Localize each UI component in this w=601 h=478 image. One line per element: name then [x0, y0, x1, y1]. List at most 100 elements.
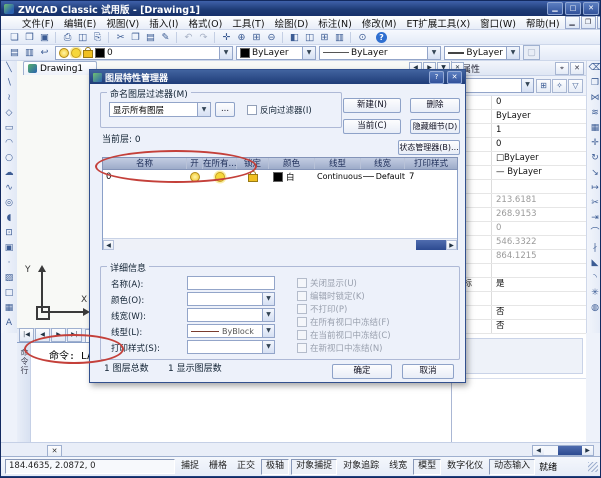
menu-format[interactable]: 格式(O) [183, 16, 227, 30]
lineweight-combo-arrow-icon[interactable]: ▼ [506, 47, 519, 59]
pan-icon[interactable]: ✛ [219, 31, 234, 44]
property-row[interactable]: 213.6181 [452, 194, 586, 208]
property-row[interactable]: 名 否 [452, 320, 586, 334]
zoom-window-icon[interactable]: ⊞ [249, 31, 264, 44]
property-row[interactable]: 268.9153 [452, 208, 586, 222]
document-tab[interactable]: Drawing1 [23, 61, 97, 75]
trim-icon[interactable]: ✂ [588, 196, 601, 211]
property-row[interactable]: 0 [452, 222, 586, 236]
detail-color-arrow-icon[interactable]: ▼ [262, 293, 274, 305]
detail-linetype-combo[interactable]: ByBlock ▼ [187, 324, 275, 338]
rotate-icon[interactable]: ↻ [588, 151, 601, 166]
help-icon[interactable]: ? [376, 32, 387, 43]
hide-details-button[interactable]: 隐藏细节(D) [410, 119, 460, 134]
line-icon[interactable]: ╲ [2, 61, 17, 76]
menu-help[interactable]: 帮助(H) [521, 16, 565, 30]
mdi-minimize-button[interactable]: ▁ [565, 16, 580, 29]
detail-lineweight-combo[interactable]: ▼ [187, 308, 275, 322]
region-icon[interactable]: □ [2, 286, 17, 301]
palette-close-button[interactable]: ✕ [570, 62, 584, 75]
select-objects-icon[interactable]: ✧ [552, 79, 567, 93]
set-current-button[interactable]: 当前(C) [343, 119, 401, 134]
cancel-button[interactable]: 取消 [402, 364, 454, 379]
menu-modify[interactable]: 修改(M) [357, 16, 402, 30]
minimize-button[interactable]: ▁ [547, 2, 563, 15]
linetype-combo-arrow-icon[interactable]: ▼ [427, 47, 440, 59]
linetype-combo[interactable]: ByLayer ▼ [319, 46, 441, 60]
table-icon[interactable]: ▦ [2, 301, 17, 316]
polyline-icon[interactable]: ≀ [2, 91, 17, 106]
layer-previous-icon[interactable]: ↩ [37, 46, 52, 59]
arc-icon[interactable]: ◠ [2, 136, 17, 151]
column-color[interactable]: 颜色 [269, 158, 315, 169]
dialog-close-button[interactable]: ✕ [447, 71, 462, 84]
print-icon[interactable]: ⎙ [60, 31, 75, 44]
property-row[interactable]: — ByLayer [452, 166, 586, 180]
layer-linetype-cell[interactable]: Continuous [315, 172, 361, 181]
model-toggle[interactable]: 模型 [413, 459, 441, 475]
property-row[interactable] [452, 264, 586, 278]
table-scrollbar-track[interactable] [114, 240, 446, 250]
scroll-left-icon[interactable]: ◀ [533, 446, 544, 455]
publish-icon[interactable]: ⎘ [90, 31, 105, 44]
column-plot-style[interactable]: 打印样式 [405, 158, 457, 169]
insert-block-icon[interactable]: ⊡ [2, 226, 17, 241]
osnap-toggle[interactable]: 对象捕捉 [291, 459, 337, 475]
extend-icon[interactable]: ⇥ [588, 211, 601, 226]
dyn-input-toggle[interactable]: 动态输入 [489, 459, 535, 475]
explode-icon[interactable]: ✳ [588, 286, 601, 301]
property-row[interactable]: ByLayer [452, 110, 586, 124]
viewport-single-icon[interactable]: ◧ [287, 31, 302, 44]
layer-lock-icon[interactable] [248, 174, 258, 182]
erase-icon[interactable]: ⌫ [588, 61, 601, 76]
point-icon[interactable]: · [2, 256, 17, 271]
zoom-previous-icon[interactable]: ⊖ [264, 31, 279, 44]
stretch-icon[interactable]: ↦ [588, 181, 601, 196]
menu-tools[interactable]: 工具(T) [227, 16, 269, 30]
checkbox-do-not-plot[interactable]: 不打印(P) [297, 302, 391, 315]
save-file-icon[interactable]: ▣ [37, 31, 52, 44]
filter-browse-button[interactable]: ... [215, 102, 235, 117]
mirror-icon[interactable]: ⋈ [588, 91, 601, 106]
menu-view[interactable]: 视图(V) [101, 16, 144, 30]
coordinate-readout[interactable]: 184.4635, 2.0872, 0 [5, 459, 175, 474]
offset-icon[interactable]: ≋ [588, 106, 601, 121]
detail-plot-style-combo[interactable]: ▼ [187, 340, 275, 354]
detail-name-input[interactable] [187, 276, 275, 290]
polar-toggle[interactable]: 极轴 [261, 459, 289, 475]
property-row[interactable]: 见 否 [452, 306, 586, 320]
break-at-point-icon[interactable]: ⌒ [588, 226, 601, 241]
checkbox-freeze-current-viewport[interactable]: 在当前视口中冻结(C) [297, 328, 391, 341]
property-row[interactable]: 0 [452, 138, 586, 152]
property-row[interactable]: 图标 是 [452, 278, 586, 292]
menu-window[interactable]: 窗口(W) [475, 16, 521, 30]
maximize-button[interactable]: □ [565, 2, 581, 15]
filter-combo-arrow-icon[interactable]: ▼ [197, 103, 210, 116]
open-file-icon[interactable]: ❒ [22, 31, 37, 44]
property-row[interactable]: 864.1215 [452, 250, 586, 264]
paste-icon[interactable]: ▤ [143, 31, 158, 44]
column-lineweight[interactable]: 线宽 [361, 158, 405, 169]
lineweight-combo[interactable]: ByLayer ▼ [444, 46, 520, 60]
mtext-icon[interactable]: A [2, 316, 17, 331]
match-properties-icon[interactable]: ✎ [158, 31, 173, 44]
spline-icon[interactable]: ∿ [2, 181, 17, 196]
layer-combo[interactable]: 0 ▼ [55, 46, 233, 60]
rectangle-icon[interactable]: ▭ [2, 121, 17, 136]
quick-select-icon[interactable]: ▽ [568, 79, 583, 93]
zoom-extents-icon[interactable]: ⊙ [355, 31, 370, 44]
grid-toggle[interactable]: 栅格 [205, 459, 231, 473]
detail-plot-style-arrow-icon[interactable]: ▼ [262, 341, 274, 353]
viewport-split-icon[interactable]: ◫ [302, 31, 317, 44]
layer-filter-combo[interactable]: 显示所有图层 ▼ [109, 102, 211, 117]
table-scrollbar-thumb[interactable] [416, 240, 446, 250]
new-file-icon[interactable]: ❏ [7, 31, 22, 44]
dialog-help-button[interactable]: ? [429, 71, 444, 84]
property-row[interactable] [452, 180, 586, 194]
viewport-grid-icon[interactable]: ⊞ [317, 31, 332, 44]
copy-object-icon[interactable]: ❐ [588, 76, 601, 91]
construction-line-icon[interactable]: ∖ [2, 76, 17, 91]
color-combo-arrow-icon[interactable]: ▼ [302, 47, 315, 59]
menu-insert[interactable]: 插入(I) [144, 16, 183, 30]
cut-icon[interactable]: ✂ [113, 31, 128, 44]
